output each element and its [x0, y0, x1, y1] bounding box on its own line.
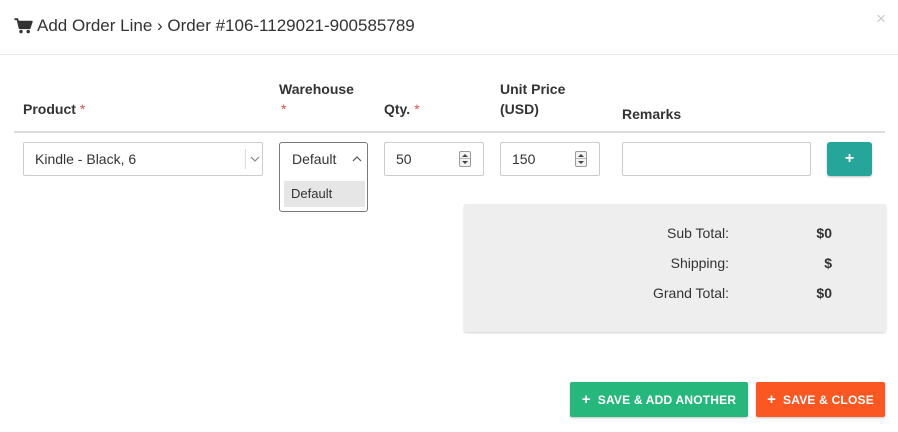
warehouse-select-value: Default — [292, 151, 337, 167]
unit-price-currency-label: (USD) — [500, 101, 539, 117]
required-mark: * — [281, 101, 287, 117]
qty-label: Qty. — [384, 101, 411, 117]
chevron-up-icon — [348, 143, 366, 175]
unit-price-column-label: Unit Price (USD) — [500, 79, 565, 119]
plus-icon: + — [767, 391, 777, 408]
save-and-close-button[interactable]: + SAVE & CLOSE — [756, 382, 885, 417]
qty-column-label: Qty. * — [384, 99, 420, 119]
product-select[interactable]: Kindle - Black, 6 — [23, 142, 263, 176]
totals-panel: Sub Total: $0 Shipping: $ Grand Total: $… — [464, 204, 886, 332]
stepper-up-icon[interactable] — [576, 152, 586, 159]
unit-price-input-value: 150 — [512, 151, 536, 167]
product-column-label: Product * — [23, 99, 85, 119]
unit-price-input[interactable]: 150 — [500, 142, 600, 176]
plus-icon: + — [844, 150, 855, 167]
remarks-input[interactable] — [622, 142, 811, 176]
table-header-divider — [14, 131, 885, 133]
warehouse-select[interactable]: Default Default — [279, 142, 368, 212]
save-and-close-label: SAVE & CLOSE — [783, 392, 874, 407]
unit-price-label: Unit Price — [500, 81, 566, 97]
stepper-down-icon[interactable] — [576, 159, 586, 166]
modal-title-text: Add Order Line › Order #106-1129021-9005… — [37, 16, 415, 35]
stepper-up-icon[interactable] — [460, 152, 470, 159]
plus-icon: + — [581, 391, 591, 408]
shopping-cart-icon — [14, 18, 33, 34]
shipping-label: Shipping: — [670, 255, 729, 271]
warehouse-label: Warehouse — [279, 81, 354, 97]
sub-total-value: $0 — [816, 225, 832, 241]
warehouse-option-default[interactable]: Default — [284, 181, 365, 207]
save-and-add-another-label: SAVE & ADD ANOTHER — [597, 392, 737, 407]
qty-input-value: 50 — [396, 151, 412, 167]
warehouse-column-label: Warehouse * — [279, 79, 354, 119]
shipping-value: $ — [824, 255, 832, 271]
close-icon[interactable]: × — [876, 10, 886, 27]
stepper-down-icon[interactable] — [460, 159, 470, 166]
unit-price-stepper[interactable] — [575, 151, 587, 167]
save-and-add-another-button[interactable]: + SAVE & ADD ANOTHER — [570, 382, 748, 417]
product-select-value: Kindle - Black, 6 — [35, 151, 137, 167]
required-mark: * — [79, 101, 86, 117]
modal-title: Add Order Line › Order #106-1129021-9005… — [14, 16, 415, 36]
required-mark: * — [414, 101, 420, 117]
add-line-button[interactable]: + — [827, 142, 872, 176]
grand-total-value: $0 — [816, 285, 832, 301]
grand-total-label: Grand Total: — [652, 285, 729, 301]
qty-input[interactable]: 50 — [384, 142, 484, 176]
remarks-column-label: Remarks — [622, 106, 682, 122]
sub-total-label: Sub Total: — [666, 225, 729, 241]
modal-header: Add Order Line › Order #106-1129021-9005… — [0, 0, 898, 55]
product-label: Product — [23, 101, 76, 117]
chevron-down-icon — [246, 143, 264, 175]
qty-stepper[interactable] — [459, 151, 471, 167]
